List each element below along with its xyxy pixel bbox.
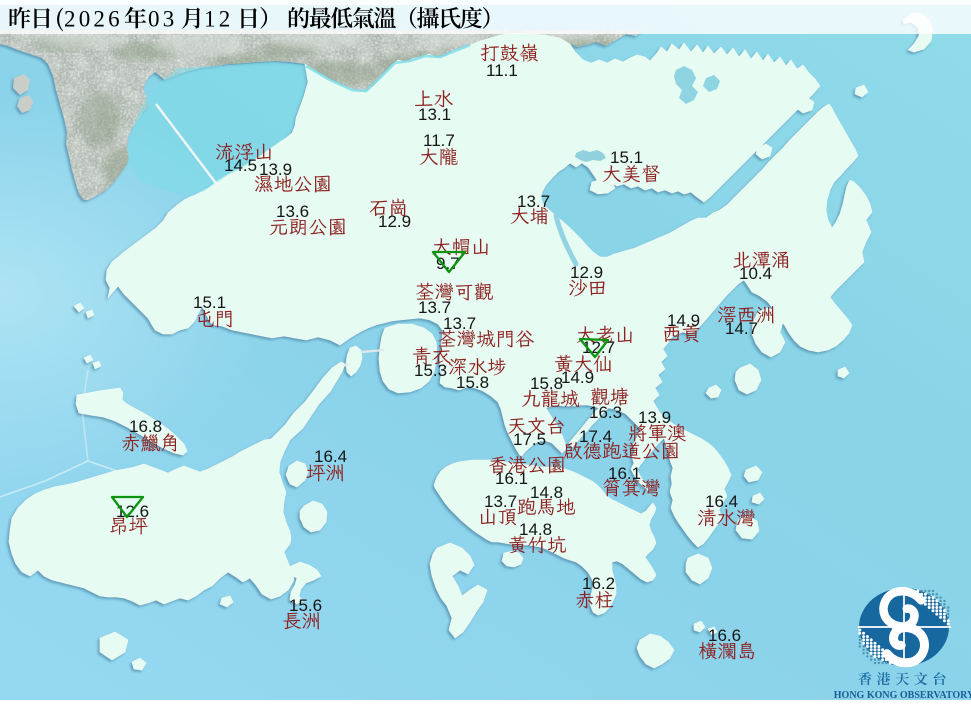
svg-text:13.7: 13.7 <box>484 492 517 511</box>
svg-text:2026: 2026 <box>64 7 123 32</box>
svg-text:16.1: 16.1 <box>608 464 641 483</box>
svg-text:16.6: 16.6 <box>708 626 741 645</box>
svg-text:16.8: 16.8 <box>129 417 162 436</box>
svg-text:16.1: 16.1 <box>495 469 528 488</box>
svg-text:14.7: 14.7 <box>725 319 758 338</box>
svg-text:13.6: 13.6 <box>276 202 309 221</box>
svg-text:14.9: 14.9 <box>667 311 700 330</box>
svg-text:15.8: 15.8 <box>456 373 489 392</box>
svg-text:11.7: 11.7 <box>423 131 455 150</box>
svg-text:15.1: 15.1 <box>193 293 226 312</box>
svg-text:16.4: 16.4 <box>314 447 347 466</box>
svg-text:16.2: 16.2 <box>582 574 615 593</box>
svg-text:15.8: 15.8 <box>530 374 563 393</box>
svg-text:14.8: 14.8 <box>519 520 552 539</box>
svg-text:15.1: 15.1 <box>610 148 643 167</box>
svg-text:12: 12 <box>204 7 233 32</box>
svg-text:17.5: 17.5 <box>513 430 546 449</box>
svg-text:14.8: 14.8 <box>530 483 563 502</box>
svg-text:17.4: 17.4 <box>579 427 612 446</box>
svg-text:HONG KONG OBSERVATORY: HONG KONG OBSERVATORY <box>834 690 971 700</box>
svg-text:15.3: 15.3 <box>414 361 447 380</box>
svg-text:14.9: 14.9 <box>561 368 594 387</box>
svg-text:03: 03 <box>148 7 177 32</box>
svg-text:15.6: 15.6 <box>289 596 322 615</box>
svg-text:14.5: 14.5 <box>224 156 257 175</box>
svg-text:13.7: 13.7 <box>443 314 476 333</box>
svg-text:10.4: 10.4 <box>739 264 772 283</box>
svg-text:12.9: 12.9 <box>378 212 411 231</box>
svg-text:13.9: 13.9 <box>638 408 671 427</box>
svg-text:11.1: 11.1 <box>486 61 518 80</box>
svg-text:16.4: 16.4 <box>705 492 738 511</box>
svg-text:13.7: 13.7 <box>517 192 550 211</box>
svg-text:13.9: 13.9 <box>259 160 292 179</box>
svg-text:16.3: 16.3 <box>589 403 622 422</box>
svg-text:13.1: 13.1 <box>418 105 451 124</box>
svg-text:12.9: 12.9 <box>570 263 603 282</box>
